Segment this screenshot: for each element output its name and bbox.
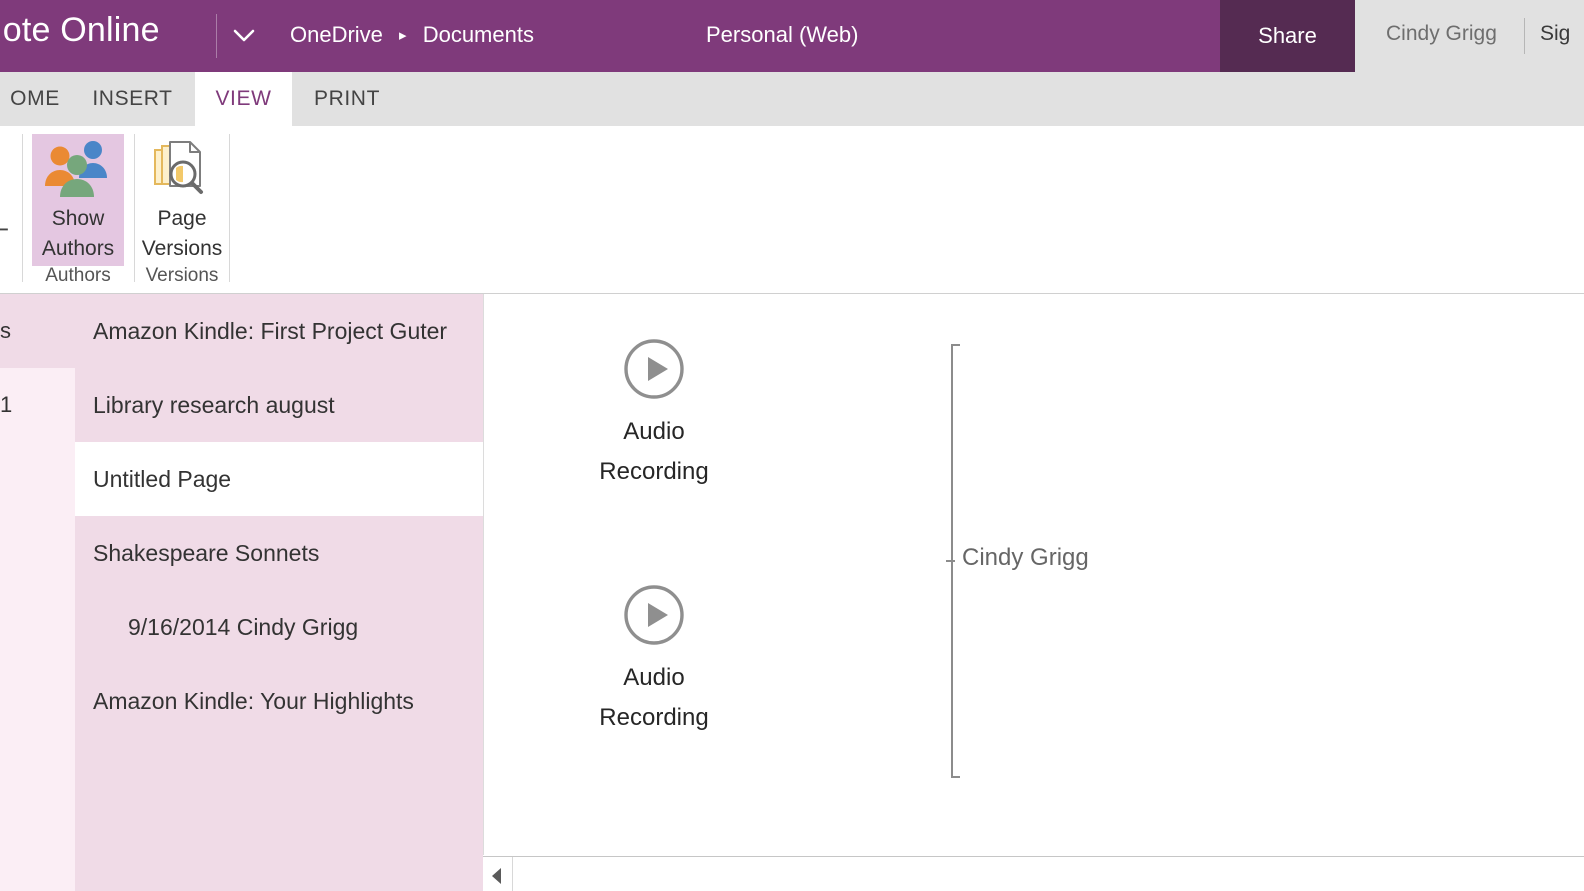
breadcrumb-separator-icon: ▸: [399, 27, 407, 44]
group-separator: [22, 134, 23, 282]
tab-view[interactable]: VIEW: [195, 72, 292, 126]
people-icon: [32, 134, 124, 206]
ribbon-group-label-versions: Versions: [145, 265, 219, 286]
scroll-left-arrow-icon: [492, 868, 501, 884]
bracket-tick-top: [951, 344, 960, 346]
page-list: Amazon Kindle: First Project Guter Libra…: [75, 294, 483, 891]
audio-recording-object[interactable]: Audio Recording: [569, 338, 739, 492]
ribbon-group-authors: Show Authors Authors: [22, 126, 134, 293]
group-separator: [134, 134, 135, 282]
ribbon-group-label-authors: Authors: [45, 265, 111, 286]
share-button[interactable]: Share: [1220, 0, 1355, 72]
bracket-tick-bottom: [951, 776, 960, 778]
page-list-item[interactable]: Amazon Kindle: Your Highlights: [75, 664, 483, 738]
ribbon-tab-strip: OME INSERT VIEW PRINT Tell me what you w…: [0, 72, 1584, 191]
breadcrumb-root[interactable]: OneDrive: [290, 22, 383, 47]
audio-recording-label-line2: Recording: [599, 704, 709, 731]
chevron-down-icon[interactable]: [226, 18, 262, 54]
onenote-online-window: Note Online OneDrive ▸ Documents Persona…: [0, 0, 1584, 891]
breadcrumb-current[interactable]: Documents: [423, 22, 534, 47]
show-authors-button[interactable]: Show Authors: [32, 134, 124, 266]
page-list-subitem[interactable]: 9/16/2014 Cindy Grigg: [75, 590, 483, 664]
horizontal-scrollbar[interactable]: [483, 856, 1584, 891]
audio-recording-object[interactable]: Audio Recording: [569, 584, 739, 738]
bracket-tick-middle: [946, 560, 955, 562]
user-name[interactable]: Cindy Grigg: [1386, 22, 1497, 46]
breadcrumb: OneDrive ▸ Documents: [290, 22, 534, 48]
app-title: Note Online: [0, 11, 160, 49]
author-name-label: Cindy Grigg: [962, 544, 1089, 571]
page-versions-icon: [136, 134, 228, 206]
play-circle-icon[interactable]: [623, 584, 685, 646]
title-bar: Note Online OneDrive ▸ Documents Persona…: [0, 0, 1584, 72]
audio-recording-label-line2: Recording: [599, 458, 709, 485]
page-list-item[interactable]: Amazon Kindle: First Project Guter: [75, 294, 483, 368]
ribbon-group-versions: Page Versions Versions: [134, 126, 230, 293]
audio-recording-label-line1: Audio: [623, 418, 685, 445]
section-list: s 1: [0, 294, 75, 891]
title-divider: [216, 14, 217, 58]
page-list-item-selected[interactable]: Untitled Page: [75, 442, 483, 516]
page-canvas[interactable]: Audio Recording Audio Recording Cindy Gr…: [483, 294, 1584, 855]
page-versions-label-line1: Page: [157, 207, 207, 230]
ribbon-body: ⌐ Show Authors Authors Page Versions Ver…: [0, 126, 1584, 294]
page-versions-label-line2: Versions: [141, 237, 223, 260]
page-versions-button[interactable]: Page Versions: [136, 134, 228, 266]
play-circle-icon[interactable]: [623, 338, 685, 400]
page-list-item[interactable]: Library research august: [75, 368, 483, 442]
show-authors-label-line2: Authors: [41, 237, 115, 260]
audio-recording-label-line1: Audio: [623, 664, 685, 691]
section-list-item[interactable]: s: [0, 294, 75, 368]
page-list-item[interactable]: Shakespeare Sonnets: [75, 516, 483, 590]
section-bottom-filler: [0, 856, 75, 891]
scroll-left-button[interactable]: [483, 857, 513, 891]
navigation-pane: s 1 Amazon Kindle: First Project Guter L…: [0, 294, 483, 891]
tab-insert[interactable]: INSERT: [80, 72, 185, 126]
sign-out-link[interactable]: Sig: [1540, 22, 1570, 46]
tab-print[interactable]: PRINT: [297, 72, 397, 126]
document-label: Personal (Web): [706, 22, 859, 47]
section-list-item[interactable]: 1: [0, 368, 75, 442]
user-divider: [1524, 18, 1525, 54]
scrollbar-track[interactable]: [514, 857, 1584, 891]
title-bar-brand-area: [0, 0, 1220, 72]
author-bracket-icon: [946, 344, 960, 778]
show-authors-label-line1: Show: [51, 207, 105, 230]
group-separator: [229, 134, 230, 282]
tab-home[interactable]: OME: [0, 72, 70, 126]
partial-left-glyph: ⌐: [0, 214, 10, 244]
